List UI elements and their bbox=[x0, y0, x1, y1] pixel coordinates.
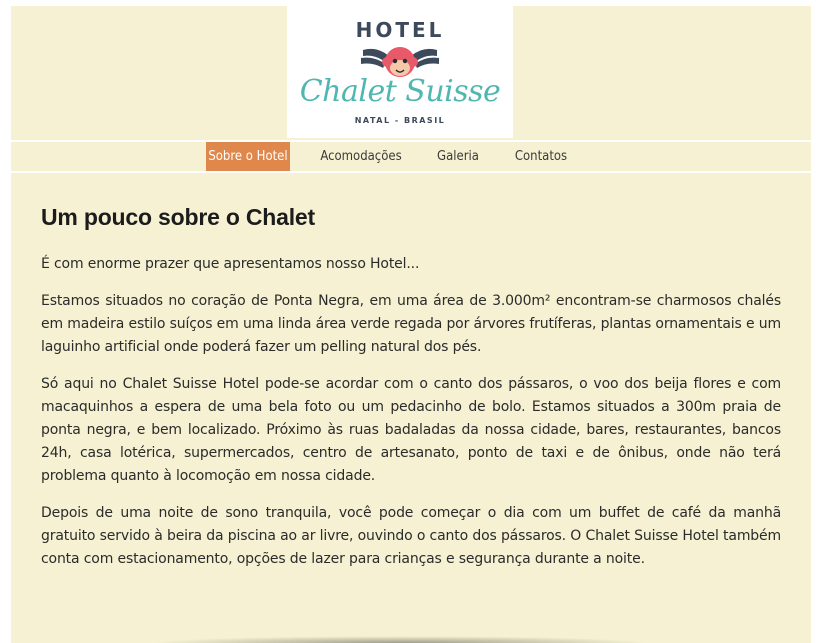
logo-subtitle: NATAL - BRASIL bbox=[354, 116, 446, 125]
hotel-logo[interactable]: HOTEL Chalet Suisse NATAL - BRASIL bbox=[287, 6, 513, 138]
nav-divider-bottom bbox=[11, 171, 811, 173]
nav-item-sobre-o-hotel[interactable]: Sobre o Hotel bbox=[206, 142, 290, 171]
about-section: Um pouco sobre o Chalet É com enorme pra… bbox=[41, 204, 781, 585]
about-paragraph-location: Estamos situados no coração de Ponta Neg… bbox=[41, 293, 781, 355]
section-shadow bbox=[151, 636, 651, 643]
nav-item-acomodacoes[interactable]: Acomodações bbox=[313, 142, 409, 171]
nav-item-galeria[interactable]: Galeria bbox=[431, 142, 485, 171]
nav-item-contatos[interactable]: Contatos bbox=[508, 142, 574, 171]
main-navigation: Sobre o Hotel Acomodações Galeria Contat… bbox=[11, 142, 811, 171]
about-paragraph-amenities: Depois de uma noite de sono tranquila, v… bbox=[41, 505, 781, 567]
about-paragraph-intro: É com enorme prazer que apresentamos nos… bbox=[41, 256, 420, 272]
logo-hotel-text: HOTEL bbox=[355, 18, 445, 42]
page: HOTEL Chalet Suisse NATAL - BRASIL Sobre… bbox=[11, 6, 811, 643]
page-title: Um pouco sobre o Chalet bbox=[41, 204, 315, 230]
logo-brand-name: Chalet Suisse bbox=[299, 74, 501, 109]
about-paragraph-nature: Só aqui no Chalet Suisse Hotel pode-se a… bbox=[41, 376, 781, 484]
